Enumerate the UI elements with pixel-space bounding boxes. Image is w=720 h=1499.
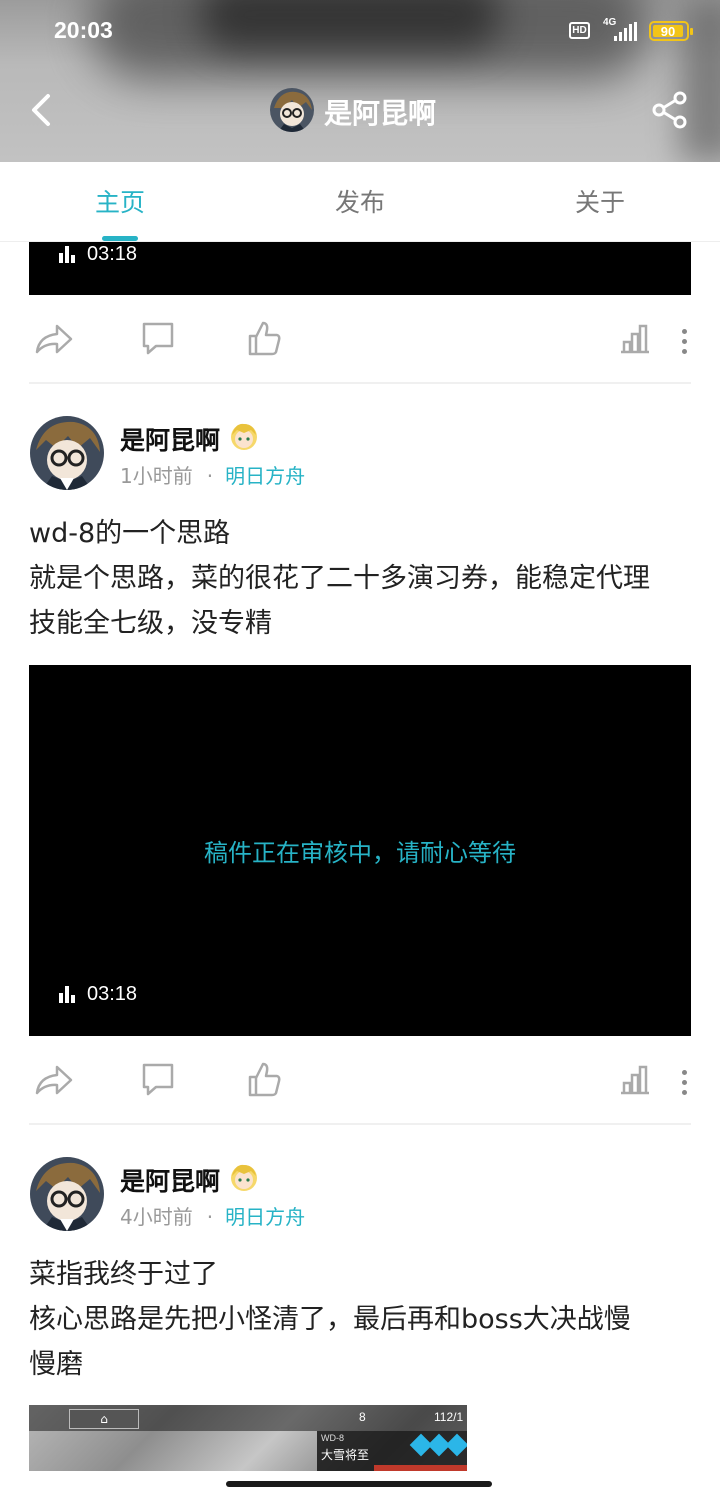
post-text-line: 慢磨: [29, 1349, 83, 1380]
stage-code: WD-8: [321, 1433, 344, 1443]
author-name[interactable]: 是阿昆啊: [120, 1162, 220, 1198]
forward-icon[interactable]: [31, 316, 75, 360]
author-avatar[interactable]: [30, 1157, 104, 1231]
play-count-icon: [59, 245, 79, 263]
profile-header: 20:03 HD 4G 90 是阿昆啊: [0, 0, 720, 162]
tab-about[interactable]: 关于: [480, 162, 720, 242]
post-text-line: 就是个思路，菜的很花了二十多演习券，能稳定代理: [29, 563, 650, 594]
post-actions: [29, 316, 691, 366]
post-divider: [29, 382, 691, 384]
post-text-line: 菜指我终于过了: [29, 1259, 218, 1290]
status-time: 20:03: [54, 17, 113, 43]
battery-icon: 90: [649, 21, 693, 41]
more-vertical-icon[interactable]: [679, 329, 689, 359]
post-image[interactable]: ⌂ 8 112/1 WD-8 大雪将至: [29, 1405, 467, 1471]
post-time: 4小时前: [120, 1205, 193, 1229]
fan-badge-icon: [229, 421, 259, 451]
comment-icon[interactable]: [136, 316, 180, 360]
game-counter-left: 8: [359, 1410, 366, 1424]
review-status-message: 稿件正在审核中，请耐心等待: [204, 839, 516, 867]
duration-text: 03:18: [87, 982, 138, 1005]
meta-separator: ·: [206, 1205, 214, 1229]
play-count-icon: [59, 985, 79, 1003]
home-indicator[interactable]: [226, 1481, 492, 1487]
comment-icon[interactable]: [136, 1057, 180, 1101]
tab-posts[interactable]: 发布: [240, 162, 480, 242]
post-text-line: 技能全七级，没专精: [29, 608, 272, 639]
post-time: 1小时前: [120, 464, 193, 488]
snowflake-icon: [445, 1433, 467, 1457]
hd-icon: HD: [569, 22, 590, 39]
post-text[interactable]: 菜指我终于过了 核心思路是先把小怪清了，最后再和boss大决战慢 慢磨: [29, 1252, 699, 1387]
status-bar: 20:03 HD 4G 90: [0, 0, 720, 64]
fan-badge-icon: [229, 1162, 259, 1192]
like-icon[interactable]: [242, 316, 286, 360]
video-player[interactable]: 稿件正在审核中，请耐心等待 03:18: [29, 665, 691, 1036]
battery-level: 90: [653, 25, 683, 38]
game-home-icon: ⌂: [69, 1409, 139, 1429]
game-counter-right: 112/1: [434, 1410, 464, 1424]
video-duration: 03:18: [59, 242, 137, 266]
stats-icon[interactable]: [613, 1057, 657, 1101]
post-text-line: wd-8的一个思路: [29, 518, 231, 549]
video-duration: 03:18: [59, 982, 137, 1006]
video-player-partial[interactable]: 03:18: [29, 242, 691, 295]
post-text-line: 核心思路是先把小怪清了，最后再和boss大决战慢: [29, 1304, 631, 1335]
active-tab-indicator: [102, 236, 138, 241]
header-title: 是阿昆啊: [324, 97, 437, 130]
post-topic[interactable]: 明日方舟: [225, 464, 305, 488]
post-meta: 4小时前 · 明日方舟: [120, 1201, 305, 1230]
duration-text: 03:18: [87, 242, 138, 265]
post-divider: [29, 1123, 691, 1125]
post-meta: 1小时前 · 明日方舟: [120, 460, 305, 489]
like-icon[interactable]: [242, 1057, 286, 1101]
author-avatar[interactable]: [30, 416, 104, 490]
profile-tabs: 主页 发布 关于: [0, 162, 720, 242]
meta-separator: ·: [206, 464, 214, 488]
share-icon[interactable]: [650, 90, 690, 130]
post-topic[interactable]: 明日方舟: [225, 1205, 305, 1229]
author-name[interactable]: 是阿昆啊: [120, 421, 220, 457]
post-text[interactable]: wd-8的一个思路 就是个思路，菜的很花了二十多演习券，能稳定代理 技能全七级，…: [29, 511, 699, 646]
back-arrow-icon[interactable]: [24, 88, 60, 132]
more-vertical-icon[interactable]: [679, 1070, 689, 1100]
tab-home[interactable]: 主页: [0, 162, 240, 242]
stats-icon[interactable]: [613, 316, 657, 360]
forward-icon[interactable]: [31, 1057, 75, 1101]
signal-icon: [614, 22, 638, 41]
post-actions: [29, 1057, 691, 1107]
stage-name: 大雪将至: [321, 1448, 370, 1462]
header-avatar[interactable]: [270, 88, 314, 132]
